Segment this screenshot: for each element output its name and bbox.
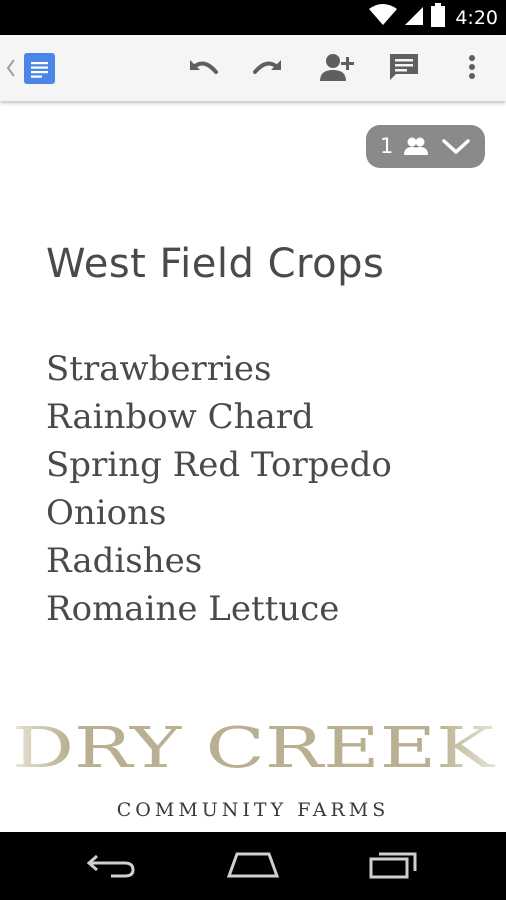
document-body[interactable]: 1 West Field Crops Strawberries Rainbow … <box>0 101 506 832</box>
home-icon <box>225 850 281 883</box>
crop-item: Rainbow Chard <box>46 397 314 437</box>
share-button[interactable] <box>318 49 358 89</box>
crop-item: Onions <box>46 493 167 533</box>
signal-icon <box>403 4 425 31</box>
people-icon <box>404 135 428 162</box>
status-icons: 4:20 <box>369 0 498 35</box>
crop-item: Romaine Lettuce <box>46 589 340 629</box>
undo-icon <box>184 56 220 83</box>
crop-list: Strawberries Rainbow Chard Spring Red To… <box>46 345 392 633</box>
app-toolbar <box>0 35 506 101</box>
undo-button[interactable] <box>182 49 222 89</box>
nav-back-button[interactable] <box>82 848 142 884</box>
comment-icon <box>388 52 420 87</box>
more-vert-icon <box>468 54 476 85</box>
redo-button[interactable] <box>249 49 289 89</box>
status-time: 4:20 <box>455 6 498 29</box>
add-person-icon <box>320 52 356 87</box>
google-docs-icon[interactable] <box>24 53 55 84</box>
nav-recents-button[interactable] <box>364 848 424 884</box>
collaborator-count: 1 <box>380 134 394 158</box>
comment-button[interactable] <box>384 49 424 89</box>
nav-home-button[interactable] <box>223 848 283 884</box>
logo-tagline: COMMUNITY FARMS <box>116 799 390 821</box>
chevron-down-icon <box>441 137 471 162</box>
redo-icon <box>251 56 287 83</box>
crop-item: Spring Red Torpedo <box>46 445 392 485</box>
more-options-button[interactable] <box>452 49 492 89</box>
document-title: West Field Crops <box>46 241 385 287</box>
logo-name: DRY CREEK <box>12 716 496 781</box>
navigation-bar <box>0 832 506 900</box>
status-bar: 4:20 <box>0 0 506 35</box>
dry-creek-logo: DRY CREEK <box>12 716 496 781</box>
recents-icon <box>369 849 419 884</box>
crop-item: Radishes <box>46 541 203 581</box>
back-chevron-icon[interactable] <box>4 55 18 81</box>
crop-item: Strawberries <box>46 349 272 389</box>
collaborators-button[interactable]: 1 <box>366 125 485 168</box>
wifi-icon <box>369 4 398 31</box>
battery-icon <box>431 3 446 32</box>
back-icon <box>86 850 137 883</box>
